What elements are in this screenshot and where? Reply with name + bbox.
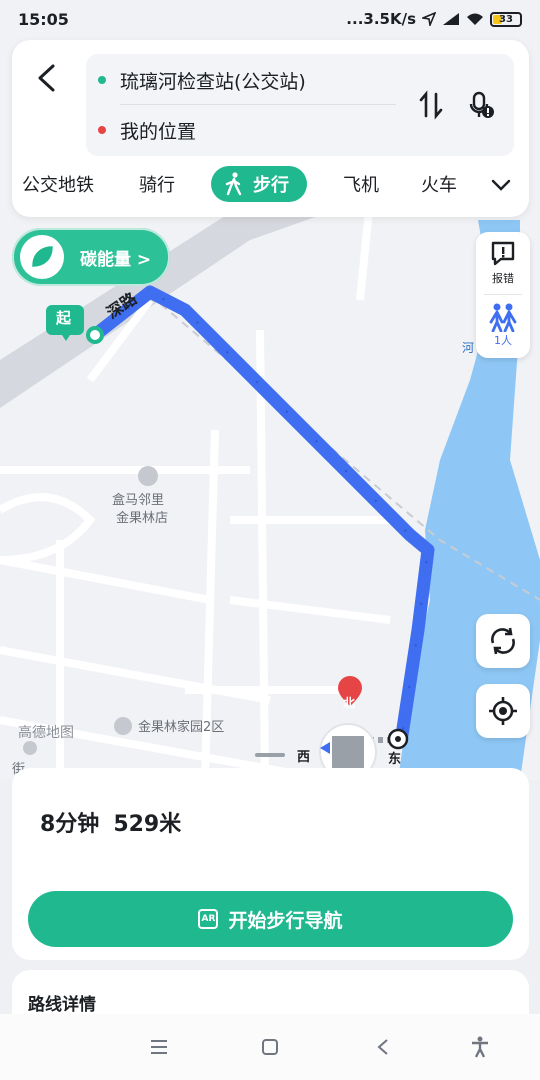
report-error-button[interactable]: 报错 xyxy=(476,240,530,286)
network-speed: ...3.5K/s xyxy=(346,10,416,28)
route-search-card: 琉璃河检查站(公交站) 我的位置 公交地铁 骑行 步行 飞机 火车 xyxy=(12,40,529,217)
home-nav-button[interactable] xyxy=(257,1034,283,1060)
menu-icon xyxy=(151,1040,167,1054)
refresh-icon xyxy=(491,627,515,655)
signal-icon xyxy=(443,13,459,25)
microphone-icon xyxy=(469,91,494,118)
location-arrow-icon xyxy=(422,12,436,26)
voice-button[interactable] xyxy=(466,90,496,120)
battery-level: 33 xyxy=(499,13,513,25)
tab-cycling[interactable]: 骑行 xyxy=(139,171,175,197)
travel-mode-tabs: 公交地铁 骑行 步行 飞机 火车 xyxy=(12,166,529,206)
start-walking-navigation-button[interactable]: AR 开始步行导航 xyxy=(28,891,513,947)
tab-transit[interactable]: 公交地铁 xyxy=(22,171,94,197)
carbon-energy-label: 碳能量 > xyxy=(80,249,152,270)
menu-nav-button[interactable] xyxy=(146,1034,172,1060)
input-divider xyxy=(120,104,396,105)
chevron-left-icon xyxy=(38,64,55,92)
origin-dot-icon xyxy=(98,76,106,84)
river-label: 河 xyxy=(462,341,475,355)
travelers-button[interactable]: 1人 xyxy=(476,302,530,348)
locate-icon xyxy=(489,697,517,725)
map-logo-icon xyxy=(23,741,37,755)
report-label: 报错 xyxy=(492,272,514,285)
destination-field[interactable]: 我的位置 xyxy=(98,110,196,150)
leaf-icon xyxy=(20,235,64,279)
compass-north: 北 xyxy=(343,696,356,710)
location-qr-avatar xyxy=(332,736,364,768)
map-side-panel: 报错 1人 xyxy=(476,232,530,358)
people-count: 1人 xyxy=(494,334,512,347)
back-triangle-icon xyxy=(377,1039,388,1055)
swap-arrows-icon xyxy=(419,90,443,120)
back-button[interactable] xyxy=(30,62,62,94)
shop-icon[interactable] xyxy=(138,466,158,486)
poi-name-line1: 盒马邻里 xyxy=(112,493,165,508)
carbon-energy-button[interactable]: 碳能量 > xyxy=(12,228,170,286)
scale-bar xyxy=(255,753,285,757)
side-divider xyxy=(484,294,522,295)
status-time: 15:05 xyxy=(18,9,69,29)
ar-icon: AR xyxy=(198,909,219,929)
back-nav-button[interactable] xyxy=(370,1034,396,1060)
community-label: 金果林家园2区 xyxy=(138,720,225,735)
route-summary-card: 8分钟 529米 AR 开始步行导航 xyxy=(12,768,529,960)
tab-train[interactable]: 火车 xyxy=(421,171,457,197)
route-duration: 8分钟 xyxy=(40,812,100,837)
compass-east: 东 xyxy=(388,752,402,767)
route-distance: 529米 xyxy=(113,812,182,837)
status-icons: ...3.5K/s 33 xyxy=(346,10,522,28)
route-inputs: 琉璃河检查站(公交站) 我的位置 xyxy=(86,54,514,156)
wifi-icon xyxy=(467,13,483,25)
tab-walking-label: 步行 xyxy=(253,175,289,196)
origin-field[interactable]: 琉璃河检查站(公交站) xyxy=(98,60,306,100)
system-navigation-bar xyxy=(0,1014,540,1080)
tab-flight[interactable]: 飞机 xyxy=(343,171,379,197)
destination-dot-icon xyxy=(98,126,106,134)
report-icon xyxy=(491,241,515,266)
destination-text: 我的位置 xyxy=(120,120,197,143)
route-summary: 8分钟 529米 xyxy=(40,806,195,838)
accessibility-nav-button[interactable] xyxy=(467,1034,493,1060)
route-detail-title: 路线详情 xyxy=(28,995,96,1015)
swap-button[interactable] xyxy=(416,90,446,120)
start-navigation-label: 开始步行导航 xyxy=(228,909,343,932)
poi-name-line2: 金果林店 xyxy=(116,511,169,526)
start-point xyxy=(86,326,104,344)
refresh-route-button[interactable] xyxy=(476,614,530,668)
compass-west: 西 xyxy=(297,750,311,765)
origin-text: 琉璃河检查站(公交站) xyxy=(120,70,306,93)
start-label: 起 xyxy=(56,309,72,327)
walking-icon xyxy=(225,172,243,196)
tab-walking[interactable]: 步行 xyxy=(211,166,307,202)
residential-icon[interactable] xyxy=(114,717,132,735)
brand-logo: 高德地图 xyxy=(18,725,74,741)
status-bar: 15:05 ...3.5K/s 33 xyxy=(0,0,540,38)
chevron-down-icon[interactable] xyxy=(490,174,512,196)
battery-icon: 33 xyxy=(490,11,522,27)
people-icon xyxy=(489,303,517,332)
accessibility-icon xyxy=(472,1036,488,1058)
home-square-icon xyxy=(262,1039,278,1055)
locate-me-button[interactable] xyxy=(476,684,530,738)
